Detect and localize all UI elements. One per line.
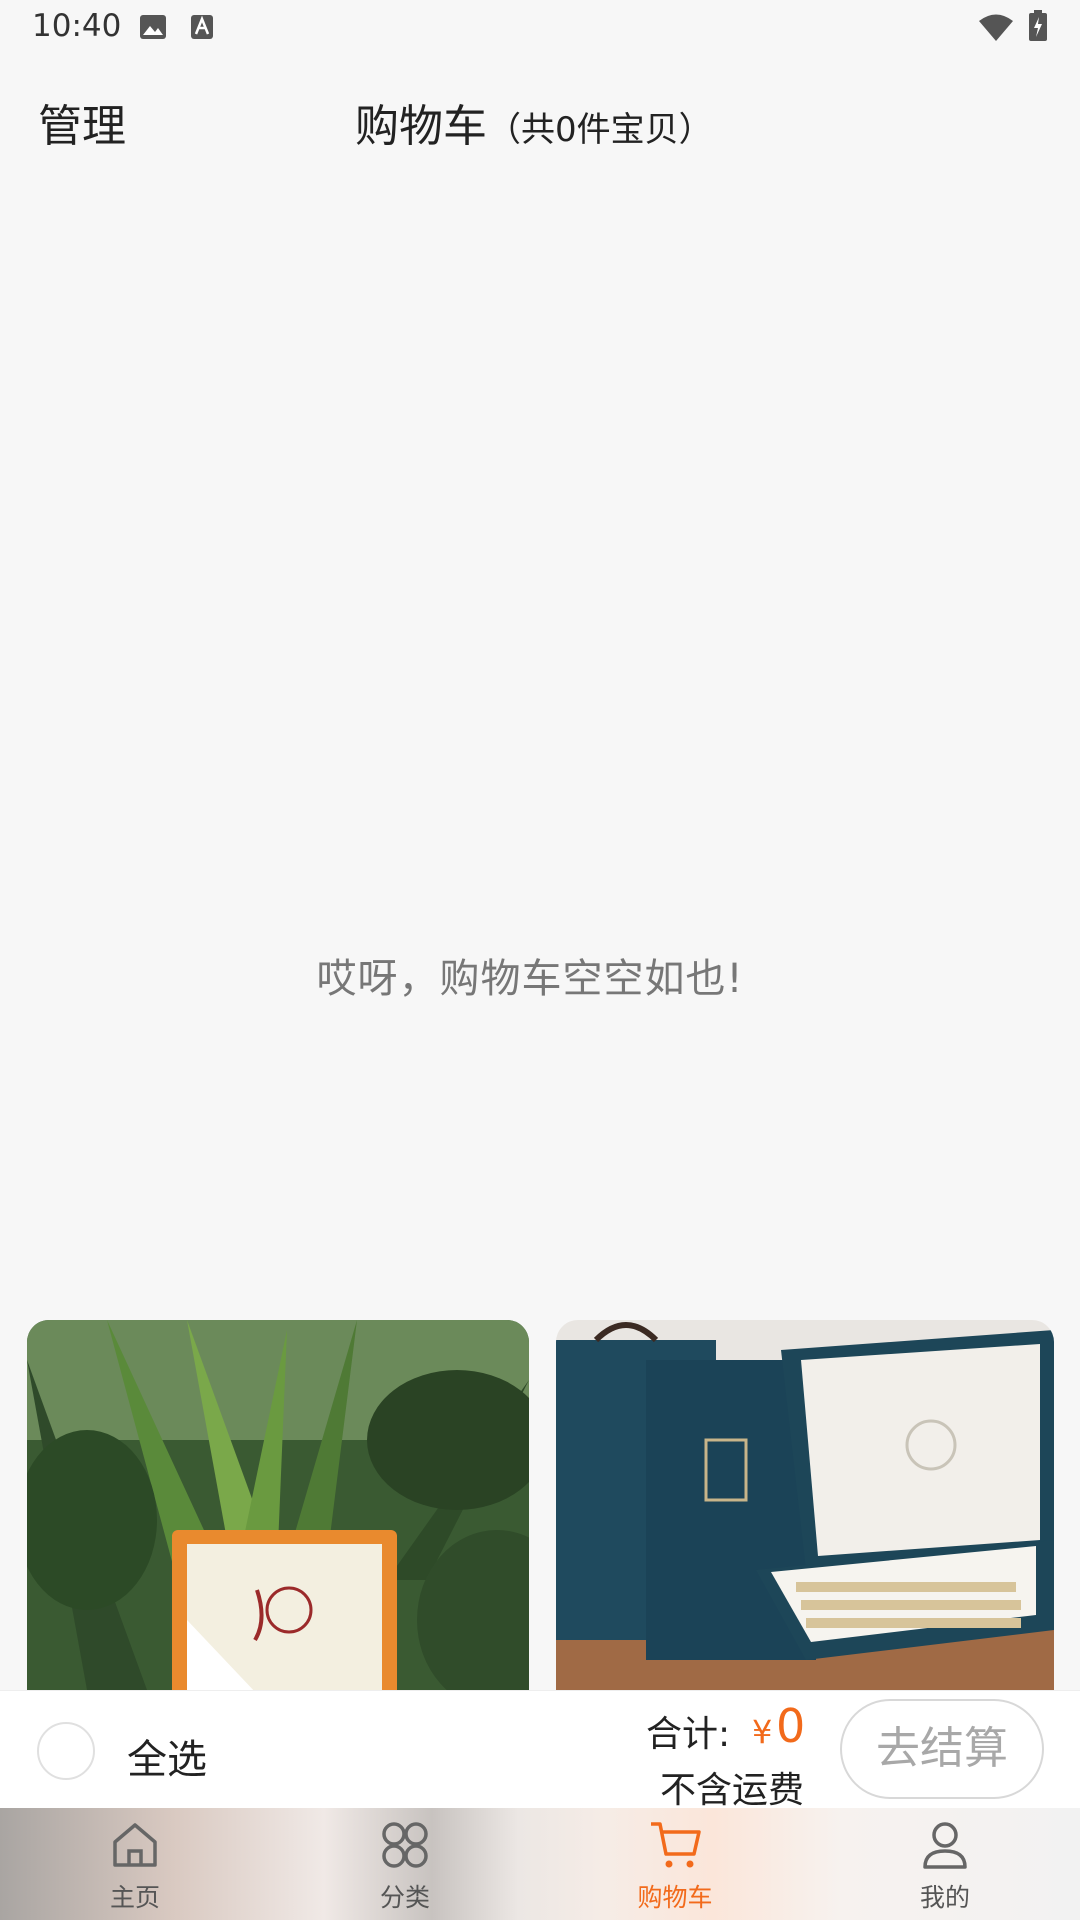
checkout-button[interactable]: 去结算 [840,1699,1044,1799]
home-icon [113,1823,157,1867]
page-title: 购物车（共0件宝贝） [355,90,713,154]
tab-label: 购物车 [637,1883,713,1912]
recommended-product-1[interactable] [27,1320,529,1690]
page-title-text: 购物车 [355,101,487,152]
checkout-bar: 全选 合计: ¥ 0 不含运费 去结算 [0,1690,1080,1811]
status-time: 10:40 [32,8,122,44]
bottom-tab-bar: 主页 分类 购物车 我的 [0,1808,1080,1920]
product-image [27,1320,529,1690]
empty-cart-message: 哎呀，购物车空空如也! [316,956,744,1002]
total-label: 合计: [646,1714,731,1755]
category-icon [382,1822,428,1868]
profile-icon [923,1822,967,1869]
image-notification-icon [139,14,167,44]
recommended-product-2[interactable] [556,1320,1054,1690]
product-image [556,1320,1054,1690]
shipping-note: 不含运费 [660,1770,805,1811]
wifi-icon [978,14,1014,46]
cart-icon [651,1822,701,1868]
status-bar: 10:40 [0,0,1080,56]
tab-category[interactable]: 分类 [305,1808,505,1920]
select-all-label[interactable]: 全选 [127,1727,207,1785]
item-count: （共0件宝贝） [487,110,713,150]
total-amount: 0 [776,1699,806,1753]
tab-profile[interactable]: 我的 [845,1808,1045,1920]
tab-home[interactable]: 主页 [35,1808,235,1920]
header: 管理 购物车（共0件宝贝） [0,70,1080,170]
tab-label: 分类 [379,1883,430,1912]
manage-button[interactable]: 管理 [38,90,126,154]
currency-symbol: ¥ [752,1713,773,1751]
tab-cart[interactable]: 购物车 [575,1808,775,1920]
battery-icon [1028,10,1048,46]
select-all-checkbox[interactable] [37,1722,95,1780]
tab-label: 我的 [919,1883,970,1912]
text-notification-icon [190,14,214,44]
tab-label: 主页 [109,1883,160,1912]
